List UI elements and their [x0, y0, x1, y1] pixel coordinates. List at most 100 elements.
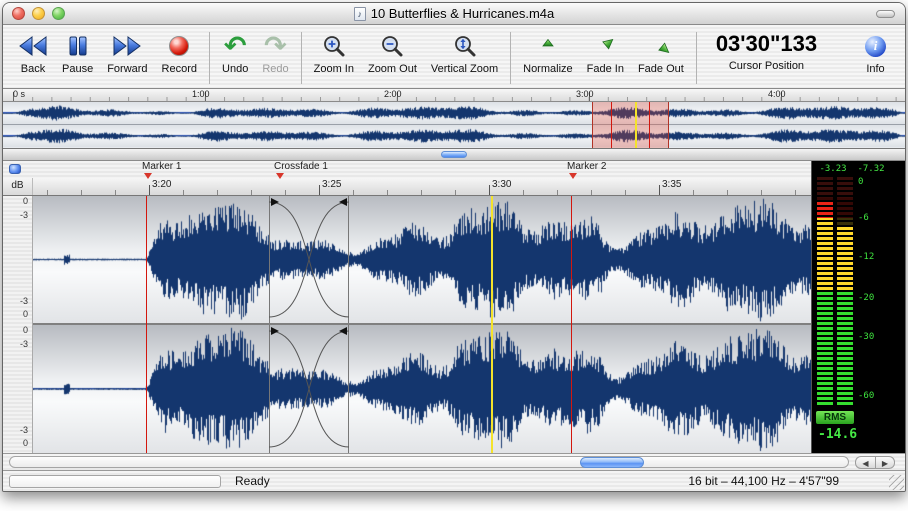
pause-button[interactable]: Pause	[55, 27, 100, 88]
crossfade-region[interactable]	[269, 196, 349, 323]
db-value: 0	[23, 310, 28, 319]
playback-cursor-line[interactable]	[491, 196, 493, 453]
zoom-out-label: Zoom Out	[368, 63, 417, 75]
editor-section: Marker 1 Crossfade 1 Marker 2 dB 3:20 3:…	[3, 161, 905, 453]
marker[interactable]: Crossfade 1	[274, 162, 328, 183]
splitter-handle-icon[interactable]	[441, 151, 467, 158]
zoom-in-button[interactable]: Zoom In	[307, 27, 361, 88]
ruler-tick-label: 3:30	[492, 179, 511, 190]
rms-label: RMS	[816, 411, 854, 424]
normalize-label: Normalize	[523, 63, 573, 75]
meter-bar-right	[837, 177, 853, 405]
marker-flag-icon[interactable]	[569, 173, 577, 183]
scroll-left-button[interactable]: ◀	[855, 456, 875, 469]
rms-value: -14.6	[818, 427, 905, 442]
back-label: Back	[21, 63, 45, 75]
waveform-editor[interactable]	[33, 196, 811, 453]
db-value: 0	[23, 326, 28, 335]
close-button[interactable]	[12, 7, 25, 20]
marker[interactable]: Marker 2	[567, 162, 606, 183]
zoom-in-icon	[322, 29, 346, 63]
db-label: dB	[3, 178, 33, 195]
zoom-out-icon	[380, 29, 404, 63]
info-button[interactable]: i Info	[858, 27, 893, 88]
crossfade-right-handle-icon	[339, 198, 347, 206]
pane-splitter[interactable]	[3, 149, 905, 161]
status-bar: Ready 16 bit – 44,100 Hz – 4'57"99	[3, 470, 905, 491]
marker-label: Marker 2	[567, 162, 606, 172]
peak-value-right: -7.32	[852, 164, 890, 174]
scroll-right-button[interactable]: ▶	[875, 456, 895, 469]
resize-grip[interactable]	[889, 475, 904, 490]
status-text: Ready	[235, 474, 270, 488]
tool-mode-icon[interactable]	[9, 164, 21, 174]
db-value: -3	[20, 211, 28, 220]
marker-flag-icon[interactable]	[276, 173, 284, 183]
level-meters: -3.23 -7.32 0 -6 -12 -20 -30 -60 RMS -14…	[811, 161, 905, 453]
ov-ruler-label: 1:00	[192, 89, 210, 99]
fade-out-button[interactable]: Fade Out	[631, 27, 691, 88]
db-value: -3	[20, 340, 28, 349]
toolbar-toggle-button[interactable]	[876, 10, 895, 18]
cursor-position-display: 03'30"133 Cursor Position	[706, 27, 827, 88]
waveform-channel-right[interactable]	[33, 325, 811, 453]
window-title: 10 Butterflies & Hurricanes.m4a	[371, 6, 555, 21]
overview-waveform-right[interactable]	[3, 125, 905, 147]
marker-label: Crossfade 1	[274, 162, 328, 172]
fade-in-icon	[593, 29, 617, 63]
overview-waveform-left[interactable]	[3, 102, 905, 124]
meter-scale-value: -60	[858, 391, 874, 401]
overview-cursor-line	[635, 102, 637, 148]
cursor-position-label: Cursor Position	[729, 60, 804, 72]
minimize-button[interactable]	[32, 7, 45, 20]
meter-scale-value: -12	[858, 252, 874, 262]
format-info: 16 bit – 44,100 Hz – 4'57"99	[688, 474, 839, 488]
title-bar[interactable]: ♪ 10 Butterflies & Hurricanes.m4a	[3, 3, 905, 25]
window-controls	[12, 7, 65, 20]
redo-button[interactable]: ↷ Redo	[255, 27, 295, 88]
back-button[interactable]: Back	[11, 27, 55, 88]
ov-ruler-label: 0 s	[13, 89, 25, 99]
toolbar-separator	[209, 32, 210, 84]
vertical-zoom-icon	[453, 29, 477, 63]
normalize-button[interactable]: Normalize	[516, 27, 580, 88]
crossfade-region[interactable]	[269, 325, 349, 453]
ov-ruler-label: 3:00	[576, 89, 594, 99]
forward-button[interactable]: Forward	[100, 27, 154, 88]
info-icon: i	[865, 29, 886, 63]
scrollbar-track[interactable]	[9, 456, 849, 468]
vertical-zoom-label: Vertical Zoom	[431, 63, 498, 75]
channel-left[interactable]	[33, 196, 811, 323]
meter-scale-value: -30	[858, 332, 874, 342]
db-value: -3	[20, 426, 28, 435]
cursor-position-value: 03'30"133	[716, 31, 817, 57]
marker-lane[interactable]: Marker 1 Crossfade 1 Marker 2	[3, 161, 811, 178]
record-label: Record	[162, 63, 197, 75]
marker-line-2[interactable]	[571, 196, 572, 453]
channel-right[interactable]	[33, 325, 811, 453]
horizontal-scrollbar: ◀ ▶	[3, 453, 905, 470]
zoom-button[interactable]	[52, 7, 65, 20]
scrollbar-thumb[interactable]	[580, 457, 644, 468]
db-value: 0	[23, 439, 28, 448]
db-value: 0	[23, 197, 28, 206]
marker[interactable]: Marker 1	[142, 162, 181, 183]
overview-waveform[interactable]	[3, 102, 905, 149]
zoom-out-button[interactable]: Zoom Out	[361, 27, 424, 88]
meter-scale-value: -20	[858, 293, 874, 303]
crossfade-right-handle-icon	[339, 327, 347, 335]
marker-line-1[interactable]	[146, 196, 147, 453]
meter-bar-left	[817, 177, 833, 405]
overview-timeline-ruler[interactable]: 0 s 1:00 2:00 3:00 4:00	[3, 89, 905, 102]
waveform-channel-left[interactable]	[33, 196, 811, 323]
marker-flag-icon[interactable]	[144, 173, 152, 183]
fade-out-label: Fade Out	[638, 63, 684, 75]
undo-button[interactable]: ↶ Undo	[215, 27, 255, 88]
undo-label: Undo	[222, 63, 248, 75]
record-button[interactable]: Record	[155, 27, 204, 88]
pause-icon	[67, 29, 89, 63]
overview-selection[interactable]	[592, 102, 669, 148]
vertical-zoom-button[interactable]: Vertical Zoom	[424, 27, 505, 88]
overview-marker-line	[611, 102, 612, 148]
fade-in-button[interactable]: Fade In	[580, 27, 631, 88]
